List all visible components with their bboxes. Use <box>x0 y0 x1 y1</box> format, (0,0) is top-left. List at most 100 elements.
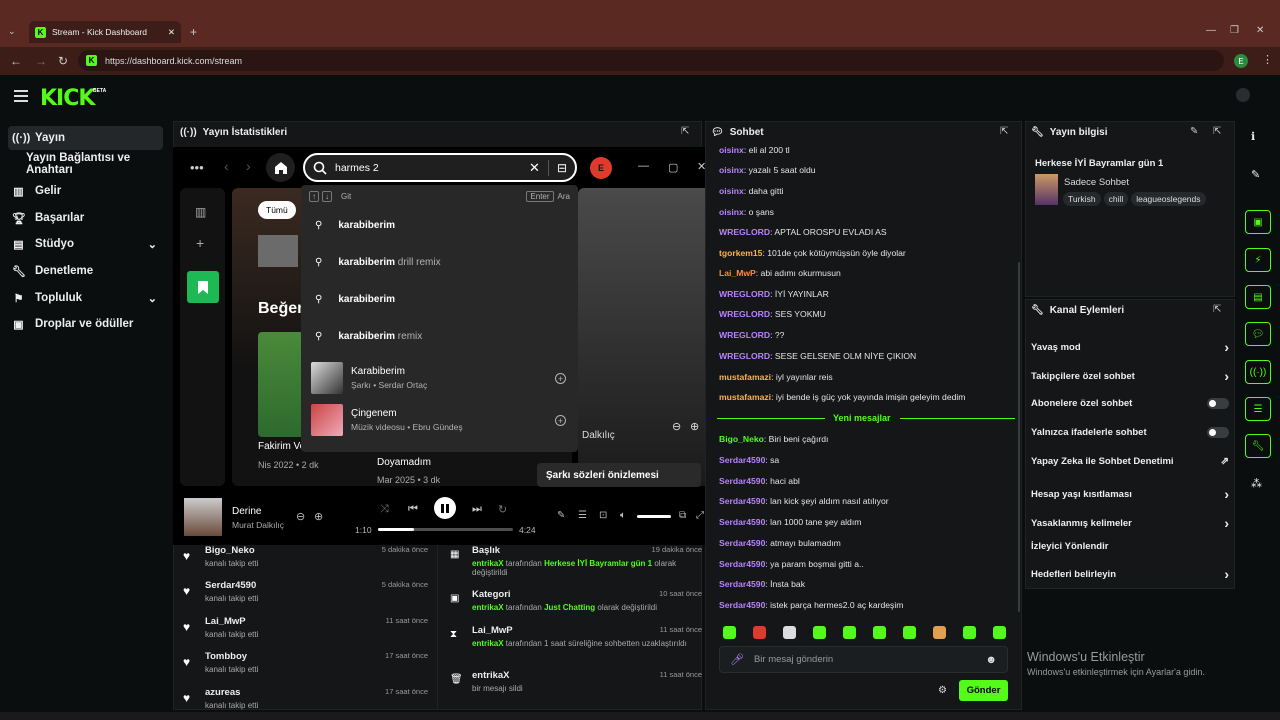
chat-message[interactable]: WREGLORD: İYİ YAYINLAR <box>719 289 829 299</box>
chat-username[interactable]: tgorkem15 <box>719 248 762 258</box>
rail-broadcast-button[interactable]: ((·)) <box>1245 360 1271 384</box>
chat-username[interactable]: Lai_MwP <box>719 268 756 278</box>
chat-username[interactable]: WREGLORD <box>719 351 770 361</box>
close-window-icon[interactable]: ✕ <box>1256 25 1264 36</box>
popout-icon[interactable]: ⇱ <box>1213 126 1221 137</box>
chat-message[interactable]: Bigo_Neko: Biri beni çağırdı <box>719 434 828 444</box>
microphone-icon[interactable]: 🎤︎ <box>730 653 744 666</box>
emote-icon[interactable] <box>933 626 946 639</box>
miniplayer-icon[interactable]: ⧉ <box>679 510 686 521</box>
sidebar-item-gelir[interactable]: ▥ Gelir <box>8 179 163 203</box>
emote-icon[interactable] <box>873 626 886 639</box>
chat-message[interactable]: WREGLORD: SESE GELSENE OLM NİYE ÇIKION <box>719 351 916 361</box>
suggestion-item[interactable]: ⚲ karabiberim <box>315 220 395 231</box>
volume-icon[interactable]: 🔈︎ <box>620 510 626 521</box>
spotify-search-input[interactable]: harmes 2 ✕ ⊟ <box>303 153 577 182</box>
reload-icon[interactable]: ↻ <box>58 54 68 68</box>
chat-username[interactable]: oisinx <box>719 207 744 217</box>
browser-menu-icon[interactable]: ⋮ <box>1262 53 1273 66</box>
tab-list-icon[interactable]: ⌄ <box>8 26 16 37</box>
sidebar-item-stream-key[interactable]: Yayın Bağlantısı ve Anahtarı <box>22 152 172 176</box>
action-followers-only[interactable]: Takipçilere özel sohbet › <box>1031 368 1229 384</box>
popout-icon[interactable]: ⇱ <box>681 126 689 137</box>
now-playing-artist[interactable]: Murat Dalkılıç <box>232 520 284 530</box>
suggestion-item[interactable]: ⚲ karabiberim <box>315 294 395 305</box>
follow-plus-icon[interactable]: ⊕ <box>690 420 699 433</box>
tag[interactable]: chill <box>1103 192 1129 206</box>
next-icon[interactable]: ⏭︎ <box>472 503 482 516</box>
home-button[interactable] <box>266 153 295 182</box>
chat-username[interactable]: Serdar4590 <box>719 559 765 569</box>
chat-message[interactable]: oisinx: o şans <box>719 207 774 217</box>
track-result[interactable]: Çingenem Müzik videosu • Ebru Gündeş <box>311 404 463 436</box>
chat-username[interactable]: WREGLORD <box>719 227 770 237</box>
rail-wrench-button[interactable]: 🔧︎ <box>1245 434 1271 458</box>
new-tab-icon[interactable]: + <box>190 25 197 39</box>
emote-icon[interactable] <box>783 626 796 639</box>
chat-scrollbar[interactable] <box>1018 262 1020 612</box>
chat-username[interactable]: Serdar4590 <box>719 496 765 506</box>
list-item[interactable]: ♥ Serdar4590 kanalı takip etti 5 dakika önc… <box>183 580 428 603</box>
create-icon[interactable]: + <box>196 235 204 251</box>
list-item[interactable]: ♥ Bigo_Neko kanalı takip etti 5 dakika önce <box>183 545 428 568</box>
emote-icon[interactable] <box>843 626 856 639</box>
list-item[interactable]: ♥ Lai_MwP kanalı takip etti 11 saat önce <box>183 616 428 639</box>
category-thumb[interactable] <box>1035 174 1058 205</box>
chat-username[interactable]: mustafamazi <box>719 392 771 402</box>
toggle-switch[interactable] <box>1207 427 1229 438</box>
spotify-maximize-icon[interactable]: ▢ <box>668 161 678 174</box>
chat-message[interactable]: Lai_MwP: abi adımı okurmusun <box>719 268 841 278</box>
add-icon[interactable]: ⊕ <box>314 510 323 523</box>
chat-input[interactable]: 🎤︎ Bir mesaj gönderin ☻ <box>719 646 1008 673</box>
back-icon[interactable]: ← <box>10 54 22 68</box>
profile-avatar[interactable]: E <box>1234 54 1248 68</box>
emote-icon[interactable] <box>813 626 826 639</box>
chat-message[interactable]: Serdar4590: haci abl <box>719 476 800 486</box>
chat-username[interactable]: Bigo_Neko <box>719 434 764 444</box>
volume-slider[interactable] <box>637 515 671 518</box>
browser-tab[interactable]: K Stream - Kick Dashboard ✕ <box>29 21 181 43</box>
chat-message[interactable]: Serdar4590: istek parça hermes2.0 aç kar… <box>719 600 903 610</box>
filter-chip-all[interactable]: Tümü <box>258 201 296 219</box>
emote-icon[interactable] <box>723 626 736 639</box>
chat-username[interactable]: oisinx <box>719 186 744 196</box>
add-to-library-icon[interactable]: + <box>555 415 566 426</box>
chat-settings-icon[interactable]: ⚙ <box>938 685 947 696</box>
clear-search-icon[interactable]: ✕ <box>529 160 540 176</box>
chat-username[interactable]: oisinx <box>719 165 744 175</box>
popout-icon[interactable]: ⇱ <box>1000 126 1008 137</box>
list-item[interactable]: ▣ Kategori entrikaX tarafından Just Chatti… <box>450 589 702 612</box>
chat-message[interactable]: WREGLORD: APTAL OROSPU EVLADI AS <box>719 227 887 237</box>
list-item[interactable]: ▦ Başlık entrikaX tarafından Herkese İYİ B… <box>450 545 702 577</box>
previous-icon[interactable]: ⏮︎ <box>408 503 418 516</box>
action-raid[interactable]: İzleyici Yönlendir <box>1031 541 1229 552</box>
chat-username[interactable]: Serdar4590 <box>719 476 765 486</box>
now-playing-cover[interactable] <box>184 498 222 536</box>
kick-logo[interactable]: KICK <box>40 86 95 111</box>
repeat-icon[interactable]: ↻ <box>498 503 507 516</box>
action-emotes-only[interactable]: Yalnızca ifadelerle sohbet <box>1031 427 1229 438</box>
chat-message[interactable]: Serdar4590: atmayı bulamadım <box>719 538 841 548</box>
list-item[interactable]: ♥ Tombboy kanalı takip etti 17 saat önce <box>183 651 428 674</box>
devices-icon[interactable]: ⊡ <box>599 510 607 521</box>
lyrics-preview[interactable]: Şarkı sözleri önizlemesi <box>537 463 701 487</box>
sidebar-item-studyo[interactable]: ▤ Stüdyo ⌄ <box>8 232 163 256</box>
restore-icon[interactable]: ❐ <box>1230 25 1239 36</box>
emote-icon[interactable] <box>903 626 916 639</box>
rail-clipboard-button[interactable]: ▤ <box>1245 285 1271 309</box>
chat-message[interactable]: tgorkem15: 101de çok kötüymüşsün öyle di… <box>719 248 906 258</box>
chat-message[interactable]: WREGLORD: ?? <box>719 330 784 340</box>
chat-message[interactable]: Serdar4590: İnsta bak <box>719 579 805 589</box>
edit-icon[interactable]: ✎ <box>1190 126 1198 137</box>
pause-button[interactable] <box>434 497 456 519</box>
chat-username[interactable]: WREGLORD <box>719 309 770 319</box>
sidebar-item-yayin[interactable]: ((·)) Yayın <box>8 126 163 150</box>
send-button[interactable]: Gönder <box>959 680 1008 701</box>
edit-icon[interactable]: ✎ <box>1251 168 1260 181</box>
shuffle-icon[interactable]: ⤨ <box>380 503 389 516</box>
user-avatar[interactable] <box>1236 88 1250 102</box>
chat-username[interactable]: Serdar4590 <box>719 517 765 527</box>
chat-username[interactable]: Serdar4590 <box>719 579 765 589</box>
chat-message[interactable]: mustafamazi: iyl yayınlar reis <box>719 372 833 382</box>
follow-minus-icon[interactable]: ⊖ <box>672 420 681 433</box>
